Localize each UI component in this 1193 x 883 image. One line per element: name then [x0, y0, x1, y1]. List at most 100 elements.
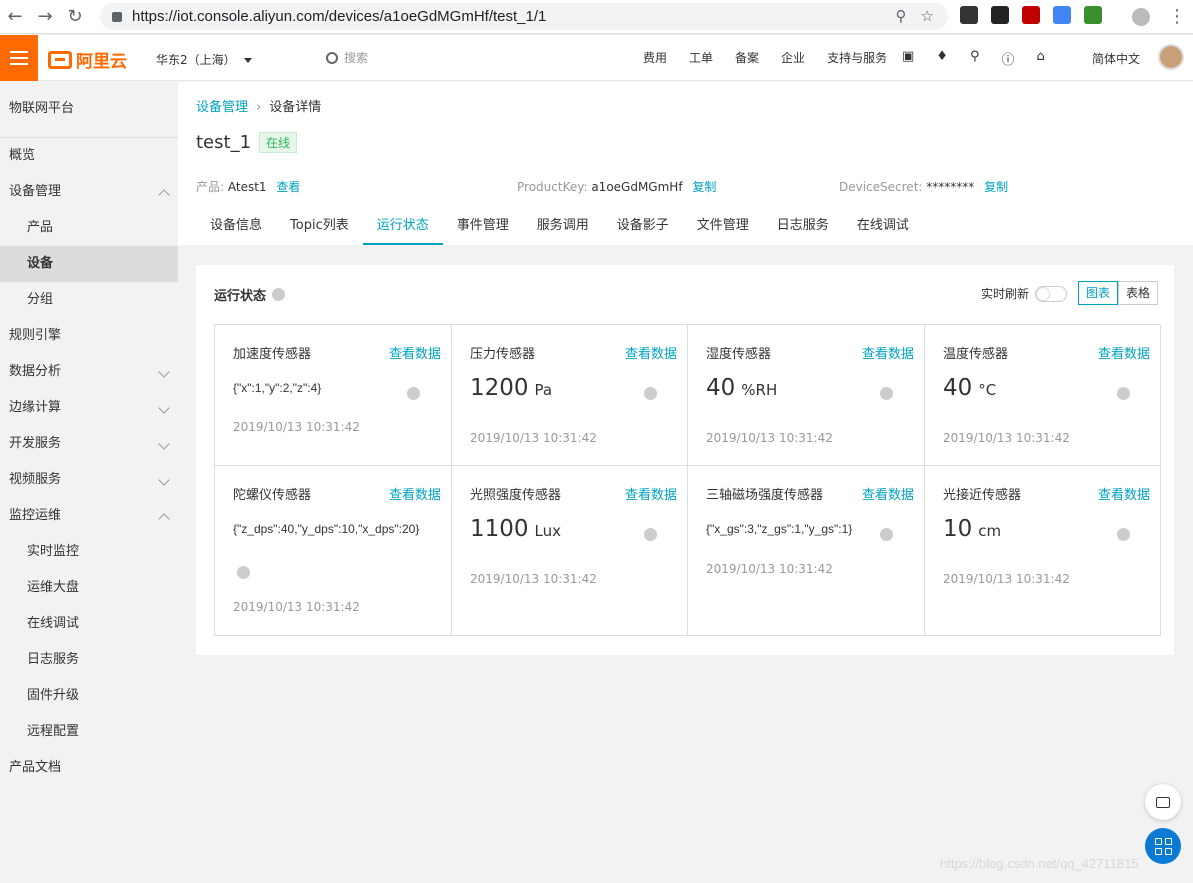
hamburger-menu-icon[interactable]	[0, 35, 38, 81]
topnav-item[interactable]: 企业	[781, 49, 805, 66]
sensor-value: 40 °C	[943, 375, 996, 401]
device-tab[interactable]: 设备信息	[196, 207, 276, 245]
sidebar-item[interactable]: 视频服务	[0, 462, 178, 498]
device-tab[interactable]: 服务调用	[523, 207, 603, 245]
address-bar[interactable]: https://iot.console.aliyun.com/devices/a…	[100, 3, 948, 30]
search-box[interactable]: 搜索	[326, 49, 368, 66]
profile-icon[interactable]	[1132, 8, 1150, 26]
chat-button[interactable]	[1145, 784, 1181, 820]
sidebar-item-label: 规则引擎	[9, 328, 62, 343]
avatar[interactable]	[1158, 44, 1184, 70]
sidebar-item[interactable]: 日志服务	[0, 642, 178, 678]
reload-icon[interactable]: ↻	[60, 0, 90, 34]
sidebar-item[interactable]: 概览	[0, 138, 178, 174]
sidebar-item-label: 产品	[27, 220, 54, 235]
sidebar-item[interactable]: 开发服务	[0, 426, 178, 462]
sidebar-item[interactable]: 产品文档	[0, 750, 178, 786]
info-icon[interactable]	[880, 387, 893, 400]
forward-icon[interactable]: →	[30, 0, 60, 34]
region-selector[interactable]: 华东2（上海）	[156, 51, 252, 68]
help-icon[interactable]	[272, 288, 286, 301]
view-data-link[interactable]: 查看数据	[389, 484, 441, 503]
x-extension-icon[interactable]	[960, 6, 978, 24]
sidebar-item[interactable]: 运维大盘	[0, 570, 178, 606]
info-icon[interactable]	[644, 387, 657, 400]
info-icon[interactable]	[1117, 528, 1130, 541]
abp-extension-icon[interactable]	[1022, 6, 1040, 24]
chart-view-button[interactable]: 图表	[1078, 281, 1119, 305]
sidebar-item[interactable]: 设备管理	[0, 174, 178, 210]
table-view-button[interactable]: 表格	[1118, 281, 1159, 305]
secret-label: DeviceSecret:	[839, 180, 923, 194]
view-data-link[interactable]: 查看数据	[1098, 343, 1150, 362]
sidebar-title: 物联网平台	[0, 82, 178, 138]
sidebar-item-label: 开发服务	[9, 436, 62, 451]
sidebar-item-label: 监控运维	[9, 508, 62, 523]
info-icon[interactable]	[644, 528, 657, 541]
sidebar-item[interactable]: 在线调试	[0, 606, 178, 642]
sidebar-item[interactable]: 固件升级	[0, 678, 178, 714]
device-tab[interactable]: 事件管理	[443, 207, 523, 245]
back-icon[interactable]: ←	[0, 0, 30, 34]
copy-secret-link[interactable]: 复制	[984, 180, 1008, 194]
help-icon[interactable]: ⓘ	[1001, 49, 1014, 68]
view-data-link[interactable]: 查看数据	[862, 343, 914, 362]
sidebar-item[interactable]: 远程配置	[0, 714, 178, 750]
info-icon[interactable]	[237, 566, 250, 579]
terminal-icon[interactable]: ▣	[902, 49, 914, 68]
menu-kebab-icon[interactable]: ⋮	[1168, 6, 1186, 27]
language-switch[interactable]: 简体中文	[1092, 50, 1140, 67]
cart-icon[interactable]: ⚲	[970, 49, 980, 68]
sidebar-item-label: 数据分析	[9, 364, 62, 379]
device-tab[interactable]: 设备影子	[603, 207, 683, 245]
aliyun-logo[interactable]: 阿里云	[48, 47, 127, 72]
view-data-link[interactable]: 查看数据	[625, 484, 677, 503]
view-product-link[interactable]: 查看	[276, 180, 300, 194]
home-icon[interactable]: ⌂	[1037, 49, 1045, 68]
view-data-link[interactable]: 查看数据	[862, 484, 914, 503]
sidebar-item[interactable]: 设备	[0, 246, 178, 282]
device-tab[interactable]: Topic列表	[276, 207, 363, 245]
info-icon[interactable]	[880, 528, 893, 541]
breadcrumb-device-management[interactable]: 设备管理	[196, 100, 248, 115]
device-tab[interactable]: 日志服务	[763, 207, 843, 245]
topnav-item[interactable]: 支持与服务	[827, 49, 887, 66]
sidebar-item-label: 设备	[27, 256, 54, 271]
topnav-item[interactable]: 工单	[689, 49, 713, 66]
ghost-extension-icon[interactable]	[991, 6, 1009, 24]
star-icon[interactable]: ☆	[921, 7, 934, 25]
copy-productkey-link[interactable]: 复制	[692, 180, 716, 194]
topnav-item[interactable]: 费用	[643, 49, 667, 66]
translate-extension-icon[interactable]	[1053, 6, 1071, 24]
apps-button[interactable]	[1145, 828, 1181, 864]
realtime-refresh: 实时刷新	[981, 285, 1068, 302]
device-tab[interactable]: 在线调试	[843, 207, 923, 245]
view-data-link[interactable]: 查看数据	[1098, 484, 1150, 503]
view-data-link[interactable]: 查看数据	[625, 343, 677, 362]
productkey-label: ProductKey:	[517, 180, 588, 194]
device-tab[interactable]: 运行状态	[362, 207, 443, 245]
zoom-icon[interactable]: ⚲	[896, 7, 907, 25]
sensor-card: 加速度传感器 查看数据 {"x":1,"y":2,"z":4} 2019/10/13 …	[215, 325, 452, 466]
chevron-up-icon	[158, 189, 170, 201]
earth-extension-icon[interactable]	[1084, 6, 1102, 24]
sidebar-item[interactable]: 监控运维	[0, 498, 178, 534]
sidebar-item[interactable]: 边缘计算	[0, 390, 178, 426]
sensor-card: 光照强度传感器 查看数据 1100 Lux 2019/10/13 10:31:42	[452, 466, 688, 636]
sensor-card: 光接近传感器 查看数据 10 cm 2019/10/13 10:31:42	[925, 466, 1161, 636]
search-icon	[326, 51, 338, 64]
device-tab[interactable]: 文件管理	[683, 207, 763, 245]
product-label: 产品:	[196, 180, 225, 194]
topnav-item[interactable]: 备案	[735, 49, 759, 66]
sidebar-item[interactable]: 数据分析	[0, 354, 178, 390]
info-icon[interactable]	[1117, 387, 1130, 400]
view-data-link[interactable]: 查看数据	[389, 343, 441, 362]
sidebar-item[interactable]: 产品	[0, 210, 178, 246]
sidebar-item[interactable]: 分组	[0, 282, 178, 318]
bell-icon[interactable]: ♦	[936, 49, 948, 68]
sidebar-item-label: 运维大盘	[27, 580, 80, 595]
refresh-toggle[interactable]	[1035, 285, 1068, 302]
sidebar-item[interactable]: 规则引擎	[0, 318, 178, 354]
info-icon[interactable]	[407, 387, 420, 400]
sidebar-item[interactable]: 实时监控	[0, 534, 178, 570]
